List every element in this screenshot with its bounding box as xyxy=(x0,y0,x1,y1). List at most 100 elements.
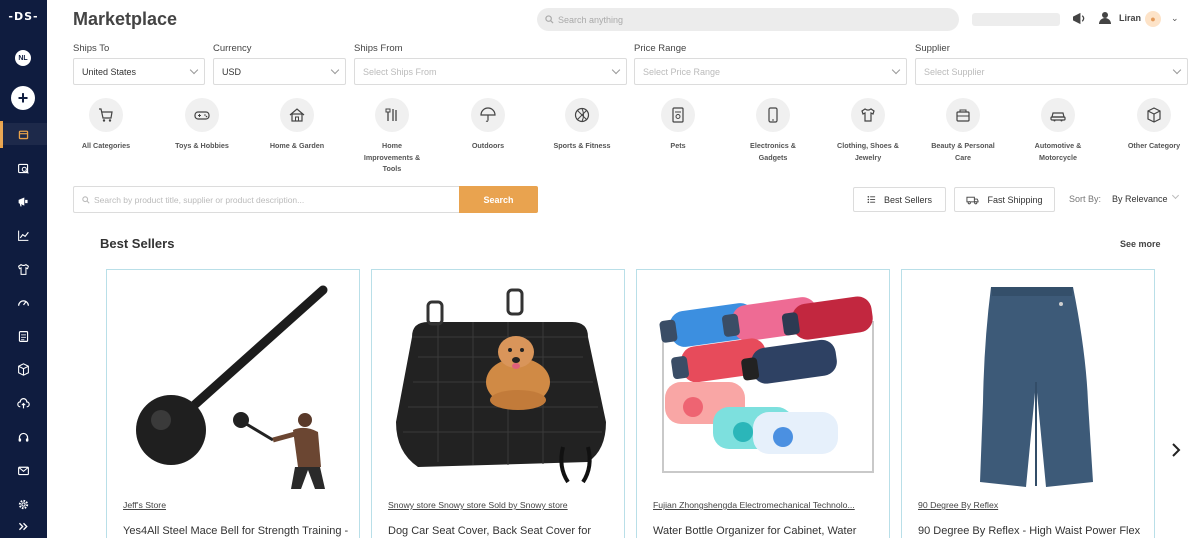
category-beauty[interactable]: Beauty & Personal Care xyxy=(923,98,1003,163)
category-outdoors[interactable]: Outdoors xyxy=(448,98,528,152)
user-menu-icon-button[interactable] xyxy=(1098,11,1112,30)
global-search-placeholder: Search anything xyxy=(558,14,624,25)
account-avatar[interactable]: NL xyxy=(15,50,31,66)
currency-select[interactable]: USD xyxy=(213,58,346,85)
category-icon-wrap xyxy=(1041,98,1075,132)
sidebar-item-expand[interactable] xyxy=(0,515,47,537)
shirt-icon xyxy=(861,108,875,122)
gamepad-icon xyxy=(194,111,210,120)
product-search-input[interactable]: Search by product title, supplier or pro… xyxy=(73,186,459,213)
product-card[interactable]: Snowy store Snowy store Sold by Snowy st… xyxy=(371,269,625,538)
global-search-input[interactable]: Search anything xyxy=(537,8,959,31)
car-icon xyxy=(1050,112,1066,122)
shorts-image[interactable] xyxy=(918,282,1140,490)
umbrella-icon xyxy=(480,107,496,122)
sidebar-item-apparel[interactable] xyxy=(0,258,47,280)
user-menu-chevron-icon[interactable]: ⌄ xyxy=(1171,13,1179,24)
announcements-button[interactable] xyxy=(1072,12,1087,30)
fast-shipping-filter-button[interactable]: Fast Shipping xyxy=(954,187,1055,212)
product-store-link[interactable]: Jeff's Store xyxy=(123,500,345,510)
sidebar-item-search-products[interactable] xyxy=(0,157,47,179)
product-title[interactable]: Yes4All Steel Mace Bell for Strength Tra… xyxy=(123,525,355,537)
house-icon xyxy=(289,108,305,122)
chevron-right-icon xyxy=(1172,443,1181,457)
category-automotive[interactable]: Automotive & Motorcycle xyxy=(1018,98,1098,163)
ball-icon xyxy=(574,107,590,123)
pet-food-icon xyxy=(672,107,684,123)
best-sellers-filter-button[interactable]: Best Sellers xyxy=(853,187,946,212)
steel-mace-image[interactable] xyxy=(123,282,345,490)
product-search-icon xyxy=(18,163,29,174)
truck-icon xyxy=(966,196,980,204)
product-title[interactable]: Water Bottle Organizer for Cabinet, Wate… xyxy=(653,525,885,537)
chevron-down-icon[interactable] xyxy=(1171,191,1180,200)
double-chevron-icon xyxy=(18,522,28,530)
product-card[interactable]: Fujian Zhongshengda Electromechanical Te… xyxy=(636,269,890,538)
product-card[interactable]: 90 Degree By Reflex 90 Degree By Reflex … xyxy=(901,269,1155,538)
supplier-placeholder: Select Supplier xyxy=(924,66,985,77)
bag-icon xyxy=(956,109,970,122)
sidebar-item-products[interactable] xyxy=(0,358,47,380)
dog-seat-cover-image[interactable] xyxy=(388,282,610,490)
category-label: All Categories xyxy=(81,141,131,150)
search-button[interactable]: Search xyxy=(459,186,538,213)
product-card[interactable]: Jeff's Store Yes4All Steel Mace Bell for… xyxy=(106,269,360,538)
product-title[interactable]: 90 Degree By Reflex - High Waist Power F… xyxy=(918,525,1150,537)
category-label: Pets xyxy=(670,141,686,150)
category-icon-wrap xyxy=(375,98,409,132)
water-bottles-image[interactable] xyxy=(653,282,875,490)
category-label: Home & Garden xyxy=(269,141,325,150)
category-sports[interactable]: Sports & Fitness xyxy=(542,98,622,152)
product-search-placeholder: Search by product title, supplier or pro… xyxy=(94,194,305,205)
see-more-link[interactable]: See more xyxy=(1120,239,1161,249)
ships-to-value: United States xyxy=(82,66,137,77)
chevron-down-icon xyxy=(891,65,901,75)
sidebar: -DS- NL + xyxy=(0,0,47,538)
category-home-garden[interactable]: Home & Garden xyxy=(257,98,337,152)
product-title[interactable]: Dog Car Seat Cover, Back Seat Cover for xyxy=(388,525,620,537)
sidebar-item-marketplace[interactable] xyxy=(0,123,47,145)
product-store-link[interactable]: Fujian Zhongshengda Electromechanical Te… xyxy=(653,500,875,510)
category-other[interactable]: Other Category xyxy=(1114,98,1194,152)
price-range-select[interactable]: Select Price Range xyxy=(634,58,907,85)
category-label: Outdoors xyxy=(471,141,505,150)
category-all[interactable]: All Categories xyxy=(66,98,146,152)
sidebar-item-dashboard[interactable] xyxy=(0,291,47,313)
supplier-label: Supplier xyxy=(915,43,950,54)
category-home-improvements[interactable]: Home Improvements & Tools xyxy=(352,98,432,175)
add-button[interactable]: + xyxy=(11,86,35,110)
category-clothing[interactable]: Clothing, Shoes & Jewelry xyxy=(828,98,908,163)
category-label: Beauty & Personal Care xyxy=(931,141,995,162)
sort-by-select[interactable]: By Relevance xyxy=(1112,194,1168,204)
brand-logo[interactable]: -DS- xyxy=(0,10,47,23)
carousel-next-button[interactable] xyxy=(1168,441,1184,459)
ships-from-select[interactable]: Select Ships From xyxy=(354,58,627,85)
category-label: Electronics & Gadgets xyxy=(750,141,796,162)
phone-icon xyxy=(768,107,778,123)
sidebar-item-campaigns[interactable] xyxy=(0,190,47,212)
category-toys[interactable]: Toys & Hobbies xyxy=(162,98,242,152)
sidebar-item-upload[interactable] xyxy=(0,392,47,414)
user-avatar[interactable]: ● xyxy=(1145,11,1161,27)
sidebar-item-support[interactable] xyxy=(0,426,47,448)
search-icon xyxy=(545,15,554,24)
store-icon xyxy=(18,130,29,139)
page-title: Marketplace xyxy=(73,9,178,29)
product-store-link[interactable]: Snowy store Snowy store Sold by Snowy st… xyxy=(388,500,610,510)
category-pets[interactable]: Pets xyxy=(638,98,718,152)
category-electronics[interactable]: Electronics & Gadgets xyxy=(733,98,813,163)
ships-to-select[interactable]: United States xyxy=(73,58,205,85)
category-icon-wrap xyxy=(1137,98,1171,132)
category-label: Clothing, Shoes & Jewelry xyxy=(837,141,899,162)
sidebar-item-messages[interactable] xyxy=(0,459,47,481)
box-icon xyxy=(18,362,29,376)
sidebar-item-orders[interactable] xyxy=(0,325,47,347)
supplier-select[interactable]: Select Supplier xyxy=(915,58,1188,85)
sidebar-item-analytics[interactable] xyxy=(0,224,47,246)
currency-label: Currency xyxy=(213,43,252,54)
sidebar-item-settings[interactable] xyxy=(0,493,47,515)
app-root: -DS- NL + Marketplace Search anything Li… xyxy=(0,0,1200,538)
cart-icon xyxy=(99,108,113,122)
user-name[interactable]: Liran xyxy=(1119,13,1141,23)
product-store-link[interactable]: 90 Degree By Reflex xyxy=(918,500,1140,510)
